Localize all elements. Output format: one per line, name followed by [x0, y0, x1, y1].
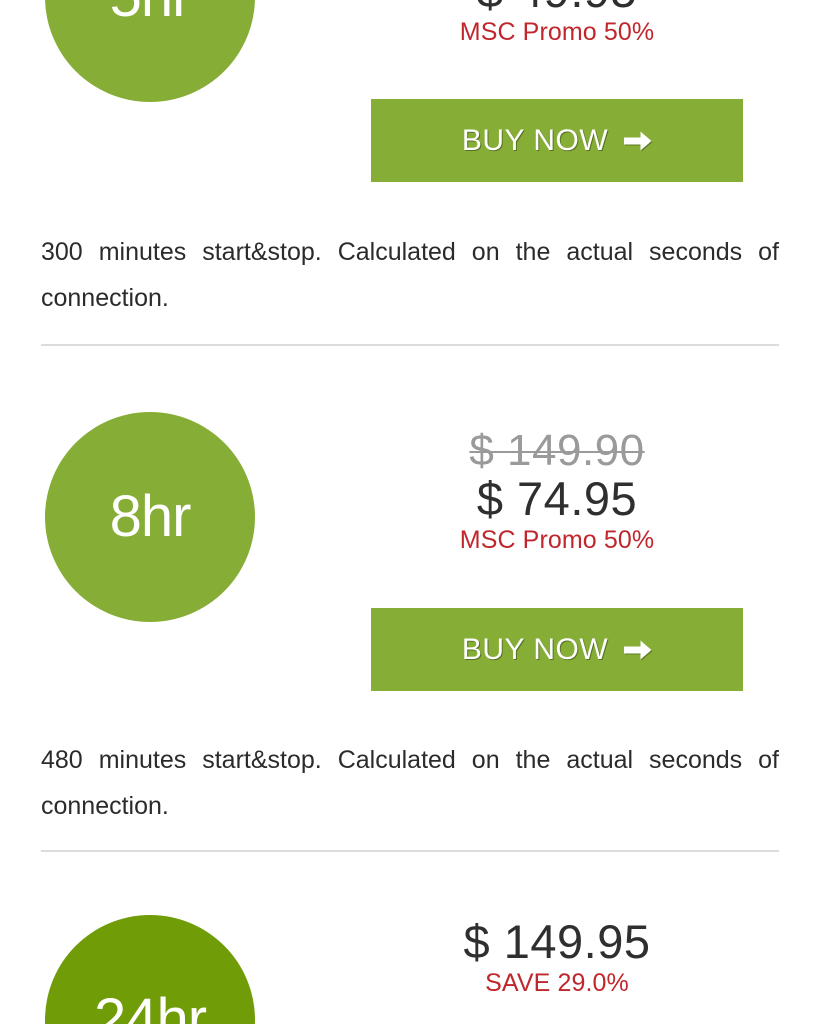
promo-badge: MSC Promo 50% — [459, 525, 655, 554]
buy-now-label: BUY NOW — [461, 632, 609, 666]
price-column-8hr: $ 149.90 $ 74.95 MSC Promo 50% — [371, 426, 743, 556]
buy-now-label: BUY NOW — [461, 123, 609, 157]
arrow-right-icon — [624, 639, 652, 661]
plan-description: 480 minutes start&stop. Calculated on th… — [41, 746, 779, 820]
current-price: $ 74.95 — [476, 472, 638, 526]
card-divider — [41, 850, 779, 852]
arrow-right-icon — [624, 130, 652, 152]
original-price-struck: $ 149.90 — [469, 426, 645, 475]
pricing-plans-page: 5hr $ 49.95 MSC Promo 50% BUY NOW 300 mi… — [0, 0, 819, 1024]
plan-duration-badge-24hr: 24hr — [45, 915, 255, 1024]
price-column-5hr: $ 49.95 MSC Promo 50% — [371, 0, 743, 48]
plan-duration-badge-5hr: 5hr — [45, 0, 255, 102]
buy-now-button-5hr[interactable]: BUY NOW — [371, 99, 743, 182]
current-price: $ 49.95 — [371, 0, 743, 17]
savings-badge: SAVE 29.0% — [485, 968, 629, 997]
card-divider — [41, 344, 779, 346]
plan-duration-badge-8hr: 8hr — [45, 412, 255, 622]
plan-duration-label: 8hr — [109, 484, 192, 549]
promo-badge: MSC Promo 50% — [459, 17, 655, 46]
price-column-24hr: $ 149.95 SAVE 29.0% — [371, 915, 743, 999]
current-price: $ 149.95 — [463, 915, 651, 968]
plan-duration-label: 5hr — [110, 0, 192, 26]
plan-duration-label: 24hr — [93, 987, 207, 1024]
buy-now-button-8hr[interactable]: BUY NOW — [371, 608, 743, 691]
plan-description: 300 minutes start&stop. Calculated on th… — [41, 238, 779, 312]
